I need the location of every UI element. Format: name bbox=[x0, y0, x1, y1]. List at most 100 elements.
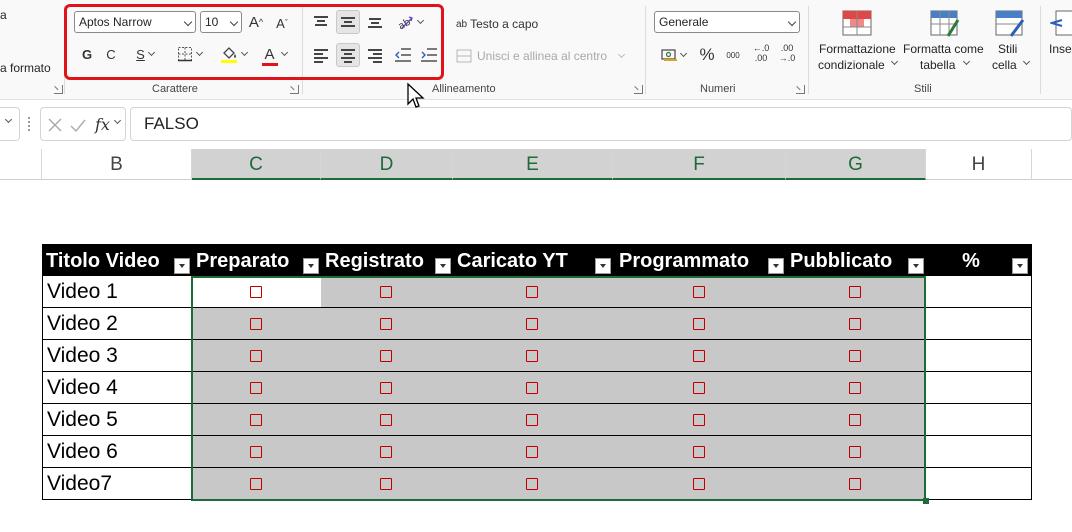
font-launcher-icon[interactable] bbox=[290, 85, 299, 94]
checkbox[interactable] bbox=[693, 414, 705, 426]
video-title-cell[interactable]: Video 1 bbox=[42, 276, 192, 308]
percent-cell[interactable] bbox=[926, 436, 1032, 468]
video-title-cell[interactable]: Video 4 bbox=[42, 372, 192, 404]
splitter-handle[interactable] bbox=[28, 117, 30, 131]
checkbox[interactable] bbox=[849, 350, 861, 362]
paste-partial-label[interactable]: a bbox=[0, 8, 7, 22]
video-title-cell[interactable]: Video 6 bbox=[42, 436, 192, 468]
checkbox-cell[interactable] bbox=[453, 404, 613, 436]
checkbox[interactable] bbox=[526, 318, 538, 330]
checkbox-cell[interactable] bbox=[192, 372, 321, 404]
checkbox-cell[interactable] bbox=[613, 468, 786, 500]
column-header-f[interactable]: F bbox=[613, 149, 786, 180]
checkbox[interactable] bbox=[250, 318, 262, 330]
header-cell-percent[interactable]: % bbox=[926, 244, 1032, 276]
checkbox-cell[interactable] bbox=[192, 468, 321, 500]
column-header-g[interactable]: G bbox=[786, 149, 926, 180]
checkbox[interactable] bbox=[380, 478, 392, 490]
comma-style-button[interactable]: 000 bbox=[721, 43, 745, 67]
checkbox-cell[interactable] bbox=[786, 468, 926, 500]
active-cell[interactable] bbox=[192, 276, 321, 308]
video-title-cell[interactable]: Video 2 bbox=[42, 308, 192, 340]
percent-cell[interactable] bbox=[926, 308, 1032, 340]
checkbox[interactable] bbox=[849, 478, 861, 490]
checkbox-cell[interactable] bbox=[321, 340, 453, 372]
checkbox[interactable] bbox=[250, 286, 262, 298]
filter-dropdown-icon[interactable] bbox=[595, 258, 611, 274]
clipboard-launcher-icon[interactable] bbox=[54, 85, 63, 94]
checkbox-cell[interactable] bbox=[786, 308, 926, 340]
checkbox[interactable] bbox=[693, 350, 705, 362]
checkbox-cell[interactable] bbox=[321, 436, 453, 468]
checkbox[interactable] bbox=[526, 414, 538, 426]
filter-dropdown-icon[interactable] bbox=[768, 258, 784, 274]
video-title-cell[interactable]: Video 3 bbox=[42, 340, 192, 372]
column-header-a-partial[interactable] bbox=[0, 149, 42, 180]
checkbox[interactable] bbox=[380, 350, 392, 362]
checkbox-cell[interactable] bbox=[192, 308, 321, 340]
checkbox-cell[interactable] bbox=[786, 404, 926, 436]
checkbox[interactable] bbox=[380, 286, 392, 298]
checkbox-cell[interactable] bbox=[321, 372, 453, 404]
filter-dropdown-icon[interactable] bbox=[908, 258, 924, 274]
checkbox[interactable] bbox=[849, 446, 861, 458]
checkbox[interactable] bbox=[849, 286, 861, 298]
percent-cell[interactable] bbox=[926, 372, 1032, 404]
format-as-table-button[interactable]: Formatta come tabella bbox=[902, 6, 990, 76]
checkbox[interactable] bbox=[250, 350, 262, 362]
decrease-decimal-button[interactable]: .00 →.0 bbox=[776, 41, 798, 65]
formula-input[interactable]: FALSO bbox=[130, 107, 1072, 141]
filter-dropdown-icon[interactable] bbox=[303, 258, 319, 274]
checkbox-cell[interactable] bbox=[321, 404, 453, 436]
format-painter-partial-label[interactable]: a formato bbox=[0, 61, 51, 75]
checkbox[interactable] bbox=[250, 414, 262, 426]
checkbox-cell[interactable] bbox=[192, 340, 321, 372]
checkbox-cell[interactable] bbox=[192, 404, 321, 436]
close-icon[interactable] bbox=[47, 117, 63, 133]
percent-cell[interactable] bbox=[926, 468, 1032, 500]
checkbox-cell[interactable] bbox=[321, 308, 453, 340]
filter-dropdown-icon[interactable] bbox=[435, 258, 451, 274]
checkbox-cell[interactable] bbox=[613, 340, 786, 372]
column-header-e[interactable]: E bbox=[453, 149, 613, 180]
checkbox-cell[interactable] bbox=[453, 308, 613, 340]
conditional-formatting-button[interactable]: Formattazione condizionale bbox=[814, 6, 900, 76]
checkbox[interactable] bbox=[526, 286, 538, 298]
column-header-c[interactable]: C bbox=[192, 149, 321, 180]
checkbox-cell[interactable] bbox=[453, 436, 613, 468]
checkbox-cell[interactable] bbox=[613, 404, 786, 436]
header-cell-registrato[interactable]: Registrato bbox=[321, 244, 453, 276]
checkbox-cell[interactable] bbox=[321, 276, 453, 308]
number-format-combo[interactable]: Generale bbox=[654, 11, 800, 33]
filter-dropdown-icon[interactable] bbox=[174, 258, 190, 274]
checkbox[interactable] bbox=[526, 478, 538, 490]
checkbox[interactable] bbox=[250, 382, 262, 394]
header-cell-caricato[interactable]: Caricato YT bbox=[453, 244, 613, 276]
checkbox[interactable] bbox=[693, 286, 705, 298]
checkbox-cell[interactable] bbox=[786, 436, 926, 468]
checkbox[interactable] bbox=[849, 414, 861, 426]
name-box[interactable] bbox=[0, 107, 20, 141]
checkbox[interactable] bbox=[250, 446, 262, 458]
checkbox[interactable] bbox=[526, 446, 538, 458]
checkbox[interactable] bbox=[380, 382, 392, 394]
insert-cells-button[interactable]: Inser bbox=[1046, 6, 1072, 76]
checkbox[interactable] bbox=[693, 382, 705, 394]
checkbox-cell[interactable] bbox=[786, 372, 926, 404]
video-title-cell[interactable]: Video7 bbox=[42, 468, 192, 500]
cell-styles-button[interactable]: Stili cella bbox=[988, 6, 1034, 76]
checkbox-cell[interactable] bbox=[613, 276, 786, 308]
checkbox-cell[interactable] bbox=[613, 372, 786, 404]
checkbox-cell[interactable] bbox=[453, 468, 613, 500]
column-header-d[interactable]: D bbox=[321, 149, 453, 180]
accounting-format-button[interactable] bbox=[656, 43, 690, 67]
checkbox[interactable] bbox=[693, 318, 705, 330]
checkbox-cell[interactable] bbox=[613, 308, 786, 340]
header-cell-pubblicato[interactable]: Pubblicato bbox=[786, 244, 926, 276]
percent-cell[interactable] bbox=[926, 276, 1032, 308]
checkbox[interactable] bbox=[380, 446, 392, 458]
checkbox[interactable] bbox=[693, 446, 705, 458]
checkbox-cell[interactable] bbox=[786, 276, 926, 308]
video-title-cell[interactable]: Video 5 bbox=[42, 404, 192, 436]
checkbox-cell[interactable] bbox=[453, 276, 613, 308]
